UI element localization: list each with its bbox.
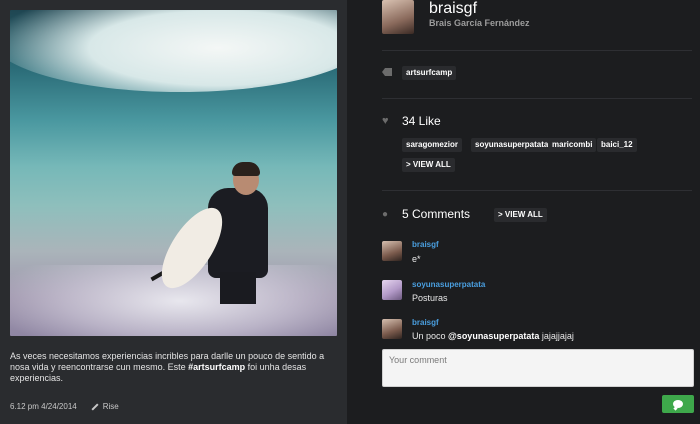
comment-username[interactable]: soyunasuperpatata (412, 280, 485, 289)
post-panel: As veces necesitamos experiencias incrib… (0, 0, 347, 424)
comment-text: e* (412, 254, 421, 264)
like-user-chip[interactable]: maricombi (548, 138, 597, 152)
edit-link[interactable]: Rise (91, 402, 119, 411)
post-timestamp: 6.12 pm 4/24/2014 (10, 402, 77, 411)
heart-icon[interactable]: ♥ (382, 116, 389, 127)
send-comment-icon (673, 400, 683, 408)
post-caption: As veces necesitamos experiencias incrib… (10, 351, 340, 384)
speech-bubble-icon: ● (382, 209, 389, 220)
avatar[interactable] (382, 241, 402, 261)
avatar[interactable] (382, 319, 402, 339)
comment-text: Un poco @soyunasuperpatata jajajjajaj (412, 331, 574, 341)
divider (382, 98, 692, 99)
like-user-chip[interactable]: soyunasuperpatata (471, 138, 553, 152)
edit-label: Rise (102, 402, 119, 411)
comment-username[interactable]: braisgf (412, 318, 439, 327)
post-photo[interactable] (10, 10, 337, 336)
comment-input[interactable] (382, 349, 694, 387)
comment-text: Posturas (412, 293, 448, 303)
like-user-chip[interactable]: saragomezior (402, 138, 463, 152)
avatar[interactable] (382, 280, 402, 300)
comment-text-end: jajajjajaj (539, 331, 574, 341)
author-full-name: Brais García Fernández (429, 18, 530, 28)
comments-view-all-button[interactable]: > VIEW ALL (494, 208, 547, 222)
comment-username[interactable]: braisgf (412, 240, 439, 249)
like-user-chip[interactable]: baici_12 (597, 138, 637, 152)
author-avatar[interactable] (382, 0, 414, 34)
details-panel: braisgf Brais García Fernández artsurfca… (347, 0, 700, 424)
divider (382, 190, 692, 191)
pencil-icon (91, 402, 99, 411)
photo-wave (10, 10, 337, 92)
comment-text-start: Un poco (412, 331, 449, 341)
tag-chip[interactable]: artsurfcamp (402, 66, 457, 80)
comment-mention[interactable]: @soyunasuperpatata (448, 331, 539, 341)
post-meta: 6.12 pm 4/24/2014 Rise (10, 402, 119, 411)
likes-view-all-button[interactable]: > VIEW ALL (402, 158, 455, 172)
divider (382, 50, 692, 51)
send-comment-button[interactable] (662, 395, 694, 413)
photo-surfer-legs (220, 272, 256, 304)
author-username[interactable]: braisgf (429, 0, 477, 18)
tag-icon (382, 68, 392, 76)
likes-count: 34 Like (402, 114, 441, 128)
caption-hashtag[interactable]: #artsurfcamp (188, 362, 245, 372)
photo-surfer-hair (232, 162, 260, 176)
comments-count: 5 Comments (402, 207, 471, 221)
